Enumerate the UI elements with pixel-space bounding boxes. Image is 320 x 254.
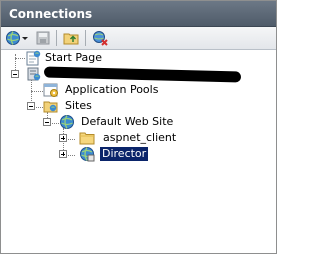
up-folder-icon[interactable] xyxy=(63,30,79,46)
tree-item-start-page[interactable]: Start Page xyxy=(25,50,145,66)
tree-line xyxy=(31,91,43,92)
chevron-down-icon[interactable] xyxy=(21,30,29,46)
tree-item-default-web-site[interactable]: Default Web Site xyxy=(59,114,199,130)
folder-icon xyxy=(79,130,95,146)
tree-item-aspnet-client[interactable]: aspnet_client xyxy=(79,130,199,146)
sites-folder-icon xyxy=(43,98,59,114)
collapse-toggle[interactable] xyxy=(11,70,19,78)
tree-item-label: Sites xyxy=(65,99,92,112)
collapse-toggle[interactable] xyxy=(43,118,51,126)
tree-item-label: Start Page xyxy=(45,51,102,64)
tree-item-label: Director xyxy=(100,147,149,161)
tree-item-label: aspnet_client xyxy=(103,131,177,144)
tree-item-director[interactable]: Director xyxy=(79,146,199,162)
expand-toggle[interactable] xyxy=(59,150,67,158)
disconnect-icon[interactable] xyxy=(92,30,108,46)
toolbar-separator xyxy=(56,30,57,46)
connections-panel: Connections Start Page Application Pools… xyxy=(0,0,277,254)
tree-item-label: Application Pools xyxy=(65,83,159,96)
tree-item-sites[interactable]: Sites xyxy=(43,98,123,114)
panel-header: Connections xyxy=(1,1,276,27)
application-pools-icon xyxy=(43,82,59,98)
connections-toolbar xyxy=(1,27,276,50)
save-icon[interactable] xyxy=(35,30,51,46)
tree-line xyxy=(15,58,25,59)
connections-tree: Start Page Application Pools Sites Defau… xyxy=(1,50,276,253)
collapse-toggle[interactable] xyxy=(27,102,35,110)
start-page-icon xyxy=(25,50,41,66)
tree-item-application-pools[interactable]: Application Pools xyxy=(43,82,183,98)
tree-item-label: Default Web Site xyxy=(81,115,174,128)
panel-title: Connections xyxy=(9,7,93,21)
expand-toggle[interactable] xyxy=(59,134,67,142)
toolbar-separator xyxy=(85,30,86,46)
server-icon xyxy=(25,66,41,82)
connect-globe-icon[interactable] xyxy=(5,30,21,46)
application-globe-icon xyxy=(79,146,95,162)
web-site-globe-icon xyxy=(59,114,75,130)
